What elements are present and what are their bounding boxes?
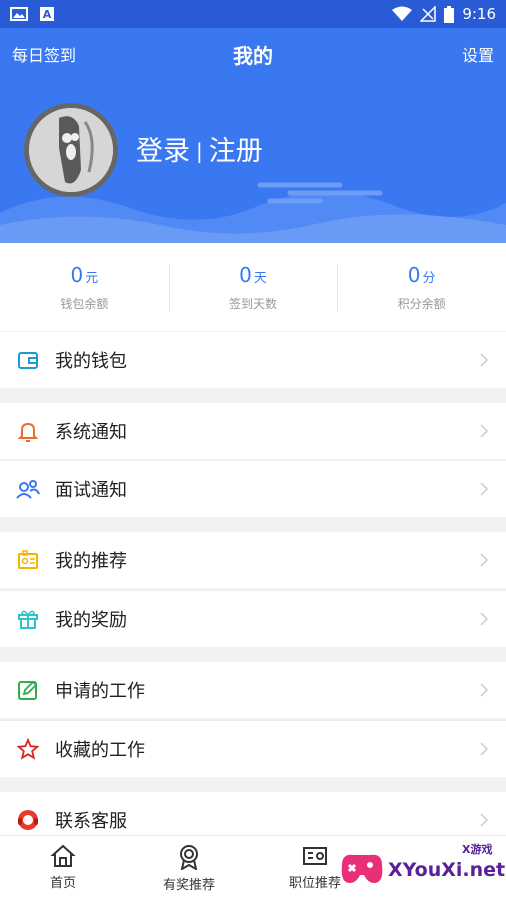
watermark-small-text: X游戏: [462, 843, 493, 856]
menu-item-label: 面试通知: [55, 480, 127, 501]
chevron-right-icon: [480, 482, 489, 496]
tab-label: 职位推荐: [288, 876, 341, 891]
sign-in-days-label: 签到天数: [229, 296, 278, 311]
tab-label: 首页: [49, 876, 76, 891]
menu-item-label: 我的奖励: [55, 610, 127, 631]
status-time: 9:16: [462, 5, 496, 23]
menu-item-my-rewards[interactable]: 我的奖励: [0, 591, 506, 647]
home-icon: [50, 844, 76, 867]
wallet-balance-unit: 元: [85, 270, 99, 286]
sign-in-days-unit: 天: [253, 270, 267, 286]
menu-item-system-notice[interactable]: 系统通知: [0, 403, 506, 459]
header-wave-decoration: [0, 182, 506, 243]
chevron-right-icon: [480, 553, 489, 567]
wallet-icon: [16, 348, 40, 372]
status-bar: A 9:16: [0, 0, 506, 28]
settings-button[interactable]: 设置: [462, 42, 494, 66]
menu-item-label: 我的钱包: [55, 351, 127, 372]
menu-item-label: 我的推荐: [55, 551, 127, 572]
menu-item-label: 收藏的工作: [55, 740, 145, 761]
profile-header: 每日签到 我的 设置 登录 | 注册: [0, 28, 506, 243]
menu-item-applied-jobs[interactable]: 申请的工作: [0, 662, 506, 718]
image-icon: [10, 7, 28, 21]
chevron-right-icon: [480, 424, 489, 438]
chevron-right-icon: [480, 813, 489, 827]
points-balance-value: 0: [407, 262, 421, 287]
id-card-icon: [16, 548, 40, 572]
points-balance-unit: 分: [422, 270, 436, 286]
menu-item-interview-notice[interactable]: 面试通知: [0, 461, 506, 517]
no-signal-icon: [420, 6, 437, 22]
points-balance-label: 积分余额: [397, 296, 446, 311]
menu-item-my-recommend[interactable]: 我的推荐: [0, 532, 506, 588]
menu-item-label: 系统通知: [55, 422, 127, 443]
menu-item-label: 申请的工作: [55, 681, 145, 702]
watermark-text: XYouXi.net: [388, 859, 506, 881]
chevron-right-icon: [480, 353, 489, 367]
watermark-logo: X游戏 XYouXi.net: [336, 837, 506, 897]
a-icon: A: [40, 7, 54, 21]
headset-icon: [16, 808, 40, 832]
wallet-balance-label: 钱包余额: [60, 296, 109, 311]
account-stats: 0元 钱包余额 0天 签到天数 0分 积分余额: [0, 243, 506, 331]
chevron-right-icon: [480, 683, 489, 697]
wallet-balance-value: 0: [70, 262, 84, 287]
page-title: 我的: [233, 44, 273, 68]
chevron-right-icon: [480, 612, 489, 626]
points-balance-stat[interactable]: 0分 积分余额: [337, 243, 506, 331]
job-icon: [303, 847, 327, 865]
bell-icon: [16, 419, 40, 443]
chevron-right-icon: [480, 742, 489, 756]
battery-icon: [444, 5, 455, 23]
sign-in-days-stat[interactable]: 0天 签到天数: [168, 243, 338, 331]
menu-item-saved-jobs[interactable]: 收藏的工作: [0, 721, 506, 777]
edit-icon: [16, 678, 40, 702]
gamepad-icon: [341, 854, 383, 883]
svg-text:A: A: [43, 8, 52, 21]
people-icon: [16, 477, 40, 501]
tab-label: 有奖推荐: [162, 878, 215, 893]
tab-home[interactable]: 首页: [0, 836, 126, 900]
tab-rewards-recommend[interactable]: 有奖推荐: [126, 836, 252, 900]
wifi-icon: [392, 6, 413, 21]
menu-item-wallet[interactable]: 我的钱包: [0, 332, 506, 388]
login-separator: |: [196, 139, 203, 163]
menu-item-label: 联系客服: [55, 811, 127, 832]
gift-icon: [16, 607, 40, 631]
wallet-balance-stat[interactable]: 0元 钱包余额: [0, 243, 169, 331]
medal-icon: [180, 845, 198, 870]
star-icon: [16, 737, 40, 761]
sign-in-days-value: 0: [239, 262, 252, 287]
